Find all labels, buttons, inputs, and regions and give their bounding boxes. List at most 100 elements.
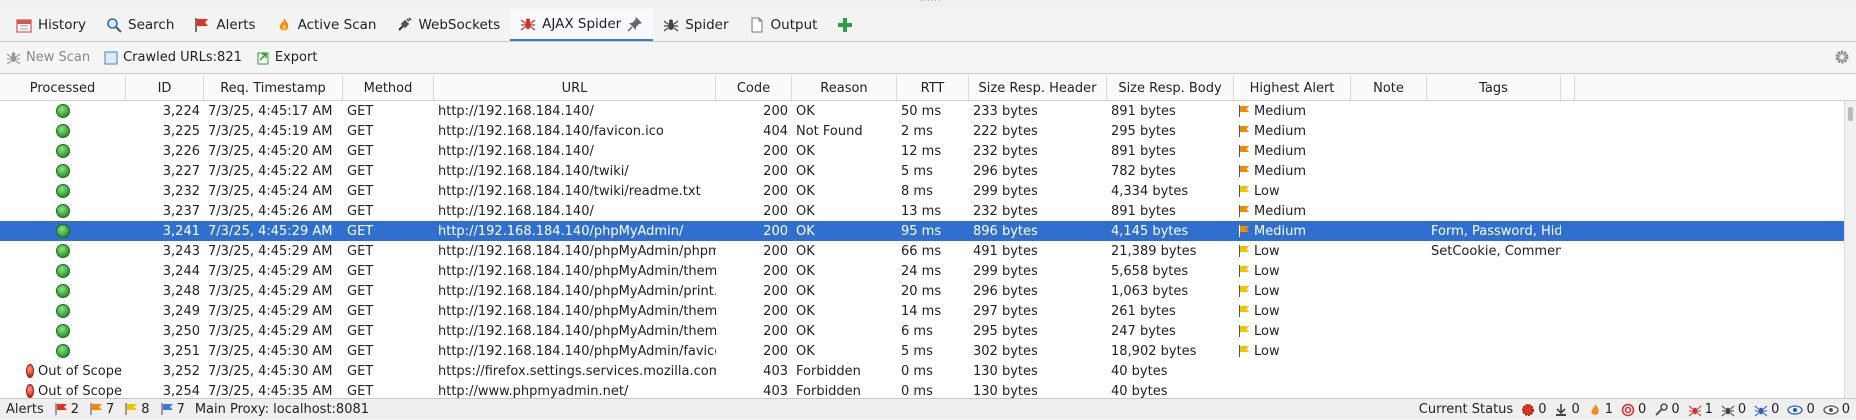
- plug-icon: [396, 17, 412, 33]
- table-row[interactable]: 3,2447/3/25, 4:45:29 AMGEThttp://192.168…: [0, 261, 1856, 281]
- table-row[interactable]: 3,2437/3/25, 4:45:29 AMGEThttp://192.168…: [0, 241, 1856, 261]
- info-alerts-count[interactable]: 7: [160, 402, 185, 417]
- column-header-id[interactable]: ID: [126, 76, 204, 100]
- cell-id: 3,237: [126, 201, 204, 221]
- gear-icon[interactable]: [1834, 49, 1850, 65]
- cell-timestamp: 7/3/25, 4:45:30 AM: [204, 341, 343, 361]
- cell-highest-alert: Low: [1234, 241, 1351, 261]
- table-row[interactable]: 3,2417/3/25, 4:45:29 AMGEThttp://192.168…: [0, 221, 1856, 241]
- medium-alerts-count[interactable]: 7: [89, 402, 114, 417]
- fuzzer-status[interactable]: 0: [1654, 402, 1679, 417]
- column-header-size-header[interactable]: Size Resp. Header: [969, 76, 1107, 100]
- table-row[interactable]: 3,2277/3/25, 4:45:22 AMGEThttp://192.168…: [0, 161, 1856, 181]
- active-scan-status[interactable]: 1: [1588, 402, 1613, 417]
- cell-reason: OK: [792, 241, 897, 261]
- cell-highest-alert: Medium: [1234, 101, 1351, 121]
- tab-label: Alerts: [216, 17, 255, 33]
- column-chooser-button[interactable]: [1561, 76, 1575, 100]
- cell-highest-alert: Low: [1234, 261, 1351, 281]
- table-row[interactable]: 3,2257/3/25, 4:45:19 AMGEThttp://192.168…: [0, 121, 1856, 141]
- download-icon: [1554, 403, 1568, 417]
- cell-url: http://192.168.184.140/favicon.ico: [434, 121, 716, 141]
- add-tab-button[interactable]: [827, 9, 863, 41]
- tab-websockets[interactable]: WebSockets: [386, 9, 510, 41]
- column-header-timestamp[interactable]: Req. Timestamp: [204, 76, 343, 100]
- column-header-tags[interactable]: Tags: [1427, 76, 1561, 100]
- column-header-size-body[interactable]: Size Resp. Body: [1107, 76, 1234, 100]
- cell-id: 3,248: [126, 281, 204, 301]
- new-scan-button[interactable]: New Scan: [6, 50, 90, 65]
- cell-size-body: 21,389 bytes: [1107, 241, 1234, 261]
- column-header-rtt[interactable]: RTT: [897, 76, 969, 100]
- cell-url: https://firefox.settings.services.mozill…: [434, 361, 716, 381]
- high-alerts-count[interactable]: 2: [54, 402, 79, 417]
- cell-tags: [1427, 361, 1561, 381]
- requests-status[interactable]: 0: [1823, 402, 1850, 417]
- tab-history[interactable]: History: [6, 9, 96, 41]
- cell-size-header: 130 bytes: [969, 381, 1107, 398]
- flag-icon: [194, 17, 210, 33]
- table-row[interactable]: 3,2517/3/25, 4:45:30 AMGEThttp://192.168…: [0, 341, 1856, 361]
- cell-method: GET: [343, 241, 434, 261]
- column-header-processed[interactable]: Processed: [0, 76, 126, 100]
- table-row[interactable]: 3,2507/3/25, 4:45:29 AMGEThttp://192.168…: [0, 321, 1856, 341]
- current-status-label: Current Status: [1419, 402, 1513, 417]
- vertical-scrollbar[interactable]: [1844, 101, 1856, 398]
- cell-tags: [1427, 301, 1561, 321]
- tab-alerts[interactable]: Alerts: [184, 9, 265, 41]
- table-row[interactable]: 3,2327/3/25, 4:45:24 AMGEThttp://192.168…: [0, 181, 1856, 201]
- scrollbar-thumb[interactable]: [1848, 107, 1853, 121]
- cell-url: http://192.168.184.140/twiki/: [434, 161, 716, 181]
- download-status[interactable]: 0: [1554, 402, 1579, 417]
- table-row[interactable]: Out of Scope3,2547/3/25, 4:45:35 AMGETht…: [0, 381, 1856, 398]
- alert-label: Low: [1254, 264, 1280, 279]
- cell-size-body: 247 bytes: [1107, 321, 1234, 341]
- tab-ajax-spider[interactable]: AJAX Spider: [510, 9, 653, 41]
- cell-reason: Forbidden: [792, 361, 897, 381]
- tab-spider[interactable]: Spider: [653, 9, 738, 41]
- spider-status[interactable]: 0: [1721, 402, 1746, 417]
- cell-processed: [0, 181, 126, 201]
- low-alerts-count[interactable]: 8: [124, 402, 149, 417]
- table-row[interactable]: 3,2247/3/25, 4:45:17 AMGEThttp://192.168…: [0, 101, 1856, 121]
- tab-label: History: [38, 17, 86, 33]
- tab-output[interactable]: Output: [739, 9, 828, 41]
- table-row[interactable]: 3,2377/3/25, 4:45:26 AMGEThttp://192.168…: [0, 201, 1856, 221]
- cell-id: 3,250: [126, 321, 204, 341]
- forced-browse-status[interactable]: 0: [1621, 402, 1646, 417]
- table-row[interactable]: 3,2497/3/25, 4:45:29 AMGEThttp://192.168…: [0, 301, 1856, 321]
- passive-scan-status[interactable]: 0: [1787, 402, 1814, 417]
- column-header-code[interactable]: Code: [716, 76, 792, 100]
- cell-method: GET: [343, 321, 434, 341]
- cell-tags: Form, Password, Hidde...: [1427, 221, 1561, 241]
- cell-rtt: 12 ms: [897, 141, 969, 161]
- column-header-note[interactable]: Note: [1351, 76, 1427, 100]
- cell-url: http://192.168.184.140/phpMyAdmin/themes…: [434, 301, 716, 321]
- column-header-method[interactable]: Method: [343, 76, 434, 100]
- column-header-highest-alert[interactable]: Highest Alert: [1234, 76, 1351, 100]
- window-grip[interactable]: [0, 0, 1856, 8]
- cell-tags: [1427, 141, 1561, 161]
- cell-size-header: 296 bytes: [969, 161, 1107, 181]
- cell-note: [1351, 221, 1427, 241]
- tab-active-scan[interactable]: Active Scan: [266, 9, 387, 41]
- ajax-spider-status[interactable]: 1: [1688, 402, 1713, 417]
- tab-label: Output: [771, 17, 818, 33]
- cell-tags: [1427, 101, 1561, 121]
- column-header-reason[interactable]: Reason: [792, 76, 897, 100]
- cell-note: [1351, 301, 1427, 321]
- table-row[interactable]: 3,2267/3/25, 4:45:20 AMGEThttp://192.168…: [0, 141, 1856, 161]
- alerts-label: Alerts: [6, 402, 44, 417]
- table-row[interactable]: Out of Scope3,2527/3/25, 4:45:30 AMGETht…: [0, 361, 1856, 381]
- table-row[interactable]: 3,2487/3/25, 4:45:29 AMGEThttp://192.168…: [0, 281, 1856, 301]
- export-button[interactable]: Export: [256, 50, 318, 65]
- ascan-status[interactable]: 0: [1521, 402, 1546, 417]
- status-count: 0: [1806, 402, 1814, 417]
- column-header-url[interactable]: URL: [434, 76, 716, 100]
- pin-icon[interactable]: [627, 16, 643, 32]
- client-spider-status[interactable]: 0: [1754, 402, 1779, 417]
- document-icon: [749, 17, 765, 33]
- cell-processed: [0, 301, 126, 321]
- tab-search[interactable]: Search: [96, 9, 184, 41]
- cell-method: GET: [343, 261, 434, 281]
